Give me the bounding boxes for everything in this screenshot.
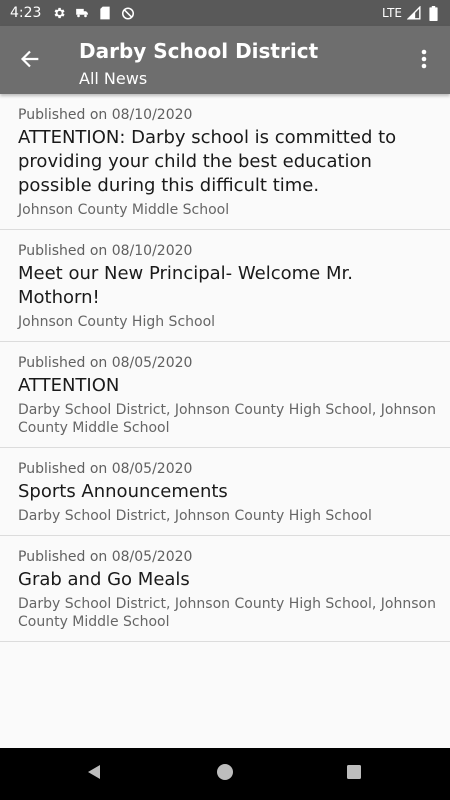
news-schools: Johnson County High School — [18, 314, 216, 330]
status-left: 4:23 — [10, 5, 135, 21]
back-arrow-icon — [20, 49, 40, 73]
status-right: LTE — [382, 5, 440, 21]
app-bar: Darby School District All News — [0, 26, 450, 94]
nav-back-button[interactable] — [82, 762, 106, 786]
nav-recents-button[interactable] — [342, 762, 366, 786]
news-date: Published on 08/05/2020 — [18, 549, 193, 565]
news-date: Published on 08/10/2020 — [18, 243, 193, 259]
recents-square-icon — [346, 764, 362, 784]
sd-card-icon — [98, 6, 112, 20]
home-circle-icon — [216, 763, 234, 785]
news-schools: Darby School District, Johnson County Hi… — [18, 402, 436, 436]
news-schools: Johnson County Middle School — [18, 202, 230, 218]
status-bar: 4:23 LTE — [0, 0, 450, 26]
news-title: ATTENTION: Darby school is committed to … — [18, 127, 397, 196]
overflow-menu-button[interactable] — [410, 46, 438, 76]
back-triangle-icon — [85, 763, 103, 785]
battery-icon — [426, 5, 440, 21]
back-button[interactable] — [15, 46, 45, 76]
page-title: Darby School District — [79, 39, 319, 63]
news-schools: Darby School District, Johnson County Hi… — [18, 508, 372, 524]
news-schools: Darby School District, Johnson County Hi… — [18, 596, 436, 630]
no-sync-icon — [121, 6, 135, 20]
nav-home-button[interactable] — [213, 762, 237, 786]
news-item[interactable]: Published on 08/10/2020 Meet our New Pri… — [0, 230, 450, 342]
news-title: Grab and Go Meals — [18, 569, 190, 590]
system-nav-bar — [0, 748, 450, 800]
page-subtitle: All News — [79, 69, 148, 88]
signal-icon — [407, 6, 421, 20]
news-date: Published on 08/05/2020 — [18, 355, 193, 371]
news-item[interactable]: Published on 08/05/2020 ATTENTION Darby … — [0, 342, 450, 448]
truck-icon — [75, 6, 89, 20]
news-date: Published on 08/05/2020 — [18, 461, 193, 477]
news-date: Published on 08/10/2020 — [18, 107, 193, 123]
overflow-menu-icon — [421, 49, 427, 73]
news-title: Sports Announcements — [18, 481, 228, 502]
status-time: 4:23 — [10, 5, 42, 21]
news-item[interactable]: Published on 08/10/2020 ATTENTION: Darby… — [0, 94, 450, 230]
news-item[interactable]: Published on 08/05/2020 Sports Announcem… — [0, 448, 450, 536]
news-item[interactable]: Published on 08/05/2020 Grab and Go Meal… — [0, 536, 450, 642]
news-title: ATTENTION — [18, 375, 120, 396]
network-type: LTE — [382, 6, 402, 20]
news-title: Meet our New Principal- Welcome Mr. Moth… — [18, 263, 353, 308]
news-list: Published on 08/10/2020 ATTENTION: Darby… — [0, 94, 450, 642]
gear-icon — [52, 6, 66, 20]
